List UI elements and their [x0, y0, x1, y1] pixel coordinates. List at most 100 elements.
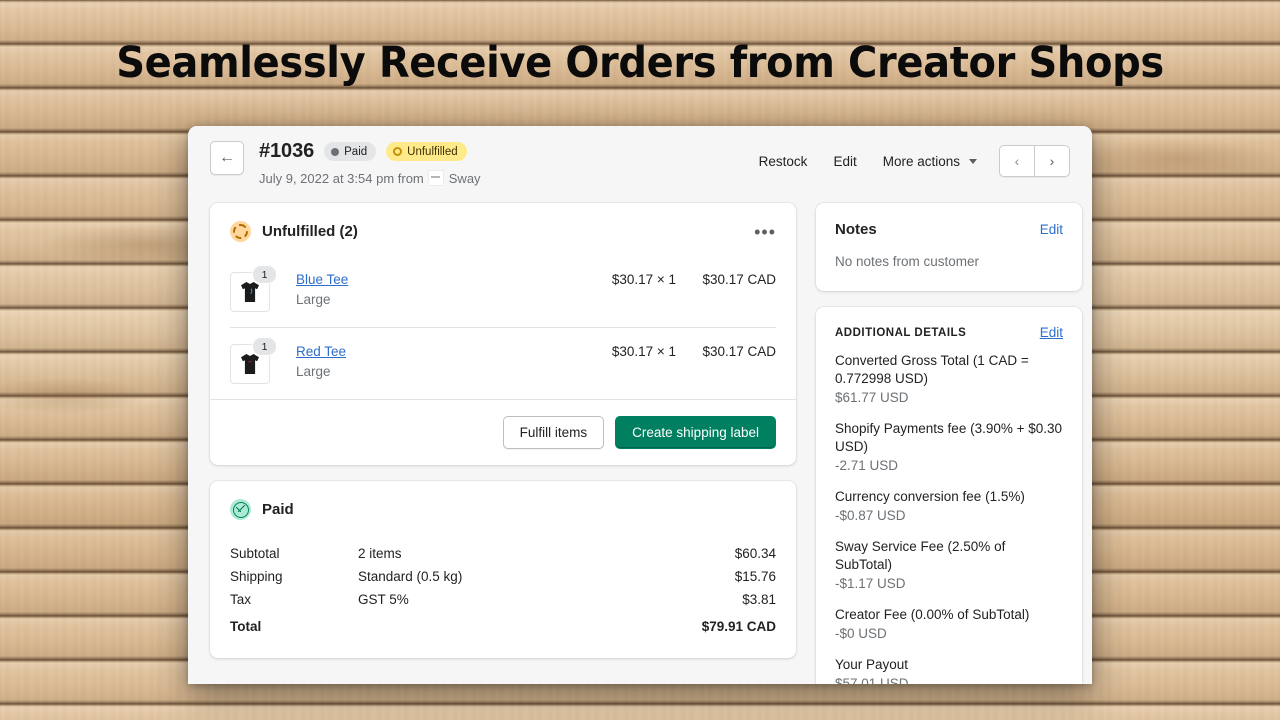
header-actions: Restock Edit More actions ‹ ›	[733, 140, 1070, 177]
page-title: #1036	[259, 140, 315, 162]
main-column: Unfulfilled (2) ••• 1 Blue Tee Large $30…	[210, 203, 796, 674]
grand-total-row: Total $79.91 CAD	[230, 611, 776, 638]
line-item-thumbnail: 1	[230, 265, 277, 312]
edit-button[interactable]: Edit	[833, 154, 856, 169]
payment-status-title: Paid	[262, 501, 294, 518]
unit-price: $30.17 × 1	[611, 272, 676, 287]
detail-value: $61.77 USD	[835, 390, 909, 405]
total-value: $3.81	[742, 592, 776, 607]
restock-button[interactable]: Restock	[759, 154, 808, 169]
additional-details-title: ADDITIONAL DETAILS	[835, 326, 967, 339]
notes-card-header: Notes Edit	[816, 203, 1082, 238]
line-item: 1 Red Tee Large $30.17 × 1 $30.17 CAD	[230, 327, 776, 399]
status-badge-paid-label: Paid	[344, 145, 368, 158]
product-variant: Large	[296, 364, 331, 379]
back-button[interactable]: ←	[210, 141, 244, 175]
unfulfilled-icon	[230, 221, 251, 242]
line-item-info: Blue Tee Large	[296, 272, 558, 307]
additional-details-header: ADDITIONAL DETAILS Edit	[816, 307, 1082, 340]
more-options-icon[interactable]: •••	[754, 223, 776, 241]
grand-total-label: Total	[230, 619, 262, 634]
unit-price: $30.17 × 1	[611, 344, 676, 359]
detail-item: Sway Service Fee (2.50% of SubTotal) -$1…	[835, 538, 1063, 593]
product-variant: Large	[296, 292, 331, 307]
product-link[interactable]: Red Tee	[296, 344, 558, 359]
order-source-label: Sway	[448, 170, 481, 186]
total-row: Subtotal 2 items $60.34	[230, 542, 776, 565]
quantity-badge: 1	[252, 265, 277, 284]
total-label: Subtotal	[230, 546, 280, 561]
detail-item: Creator Fee (0.00% of SubTotal) -$0 USD	[835, 606, 1063, 643]
edit-additional-details-button[interactable]: Edit	[1040, 325, 1063, 340]
notes-title: Notes	[835, 221, 877, 238]
grand-total-value: $79.91 CAD	[701, 619, 776, 634]
total-row: Tax GST 5% $3.81	[230, 588, 776, 611]
total-row: Shipping Standard (0.5 kg) $15.76	[230, 565, 776, 588]
detail-item: Converted Gross Total (1 CAD = 0.772998 …	[835, 352, 1063, 407]
quantity-badge: 1	[252, 337, 277, 356]
line-item-thumbnail: 1	[230, 337, 277, 384]
order-header-text: #1036 Paid Unfulfilled July 9, 2022 at 3…	[259, 140, 481, 186]
side-column: Notes Edit No notes from customer ADDITI…	[816, 203, 1082, 684]
order-body: Unfulfilled (2) ••• 1 Blue Tee Large $30…	[188, 186, 1092, 684]
detail-value: -2.71 USD	[835, 458, 899, 473]
total-description: GST 5%	[358, 592, 409, 607]
pagination: ‹ ›	[999, 145, 1070, 177]
ring-icon	[393, 147, 403, 156]
edit-notes-button[interactable]: Edit	[1040, 222, 1063, 237]
detail-label: Currency conversion fee (1.5%)	[835, 489, 1025, 504]
detail-label: Converted Gross Total (1 CAD = 0.772998 …	[835, 353, 1029, 386]
order-timestamp-text: July 9, 2022 at 3:54 pm from	[259, 170, 424, 186]
more-actions-button[interactable]: More actions	[883, 154, 977, 169]
page-headline: Seamlessly Receive Orders from Creator S…	[116, 38, 1164, 88]
fulfillment-card-header: Unfulfilled (2) •••	[210, 203, 796, 242]
detail-label: Your Payout	[835, 657, 909, 672]
fulfillment-actions: Fulfill items Create shipping label	[210, 399, 796, 465]
product-link[interactable]: Blue Tee	[296, 272, 558, 287]
detail-label: Creator Fee (0.00% of SubTotal)	[835, 607, 1030, 622]
total-value: $60.34	[734, 546, 776, 561]
status-badge-unfulfilled-label: Unfulfilled	[407, 145, 458, 158]
payment-card: Paid Subtotal 2 items $60.34 Shipping St…	[210, 481, 796, 658]
order-header: ← #1036 Paid Unfulfilled July 9, 2022 at…	[188, 126, 1092, 186]
detail-value: -$0 USD	[835, 626, 887, 641]
dot-icon	[331, 147, 340, 156]
detail-item: Shopify Payments fee (3.90% + $0.30 USD)…	[835, 420, 1063, 475]
order-timestamp: July 9, 2022 at 3:54 pm from Sway	[259, 170, 481, 186]
chevron-down-icon	[969, 158, 977, 164]
detail-item: Your Payout $57.01 USD	[835, 656, 1063, 684]
order-totals: Subtotal 2 items $60.34 Shipping Standar…	[210, 520, 796, 638]
total-description: Standard (0.5 kg)	[358, 569, 463, 584]
detail-item: Currency conversion fee (1.5%) -$0.87 US…	[835, 488, 1063, 525]
arrow-left-icon: ←	[219, 149, 235, 166]
check-circle-icon	[230, 499, 251, 520]
detail-value: -$1.17 USD	[835, 576, 906, 591]
line-item: 1 Blue Tee Large $30.17 × 1 $30.17 CAD	[230, 261, 776, 327]
line-total: $30.17 CAD	[702, 344, 776, 359]
fulfill-items-button[interactable]: Fulfill items	[502, 416, 605, 449]
detail-label: Sway Service Fee (2.50% of SubTotal)	[835, 539, 1006, 572]
next-order-button[interactable]: ›	[1034, 146, 1069, 176]
total-label: Tax	[230, 592, 252, 607]
detail-label: Shopify Payments fee (3.90% + $0.30 USD)	[835, 421, 1063, 454]
total-description: 2 items	[358, 546, 402, 561]
additional-details-card: ADDITIONAL DETAILS Edit Converted Gross …	[816, 307, 1082, 684]
detail-value: $57.01 USD	[835, 676, 909, 684]
create-shipping-label-button[interactable]: Create shipping label	[615, 416, 776, 449]
detail-value: -$0.87 USD	[835, 508, 906, 523]
line-item-info: Red Tee Large	[296, 344, 558, 379]
status-badge-unfulfilled: Unfulfilled	[386, 142, 467, 161]
app-window: ← #1036 Paid Unfulfilled July 9, 2022 at…	[188, 126, 1092, 684]
previous-order-button[interactable]: ‹	[1000, 146, 1034, 176]
line-total: $30.17 CAD	[702, 272, 776, 287]
payment-card-header: Paid	[210, 481, 796, 520]
total-label: Shipping	[230, 569, 283, 584]
sway-app-icon	[427, 170, 444, 186]
fulfillment-title: Unfulfilled (2)	[262, 223, 358, 240]
notes-card: Notes Edit No notes from customer	[816, 203, 1082, 291]
fulfillment-card: Unfulfilled (2) ••• 1 Blue Tee Large $30…	[210, 203, 796, 465]
total-value: $15.76	[734, 569, 776, 584]
more-actions-label: More actions	[882, 153, 960, 169]
notes-empty-text: No notes from customer	[835, 254, 980, 269]
additional-details-list: Converted Gross Total (1 CAD = 0.772998 …	[816, 340, 1082, 684]
